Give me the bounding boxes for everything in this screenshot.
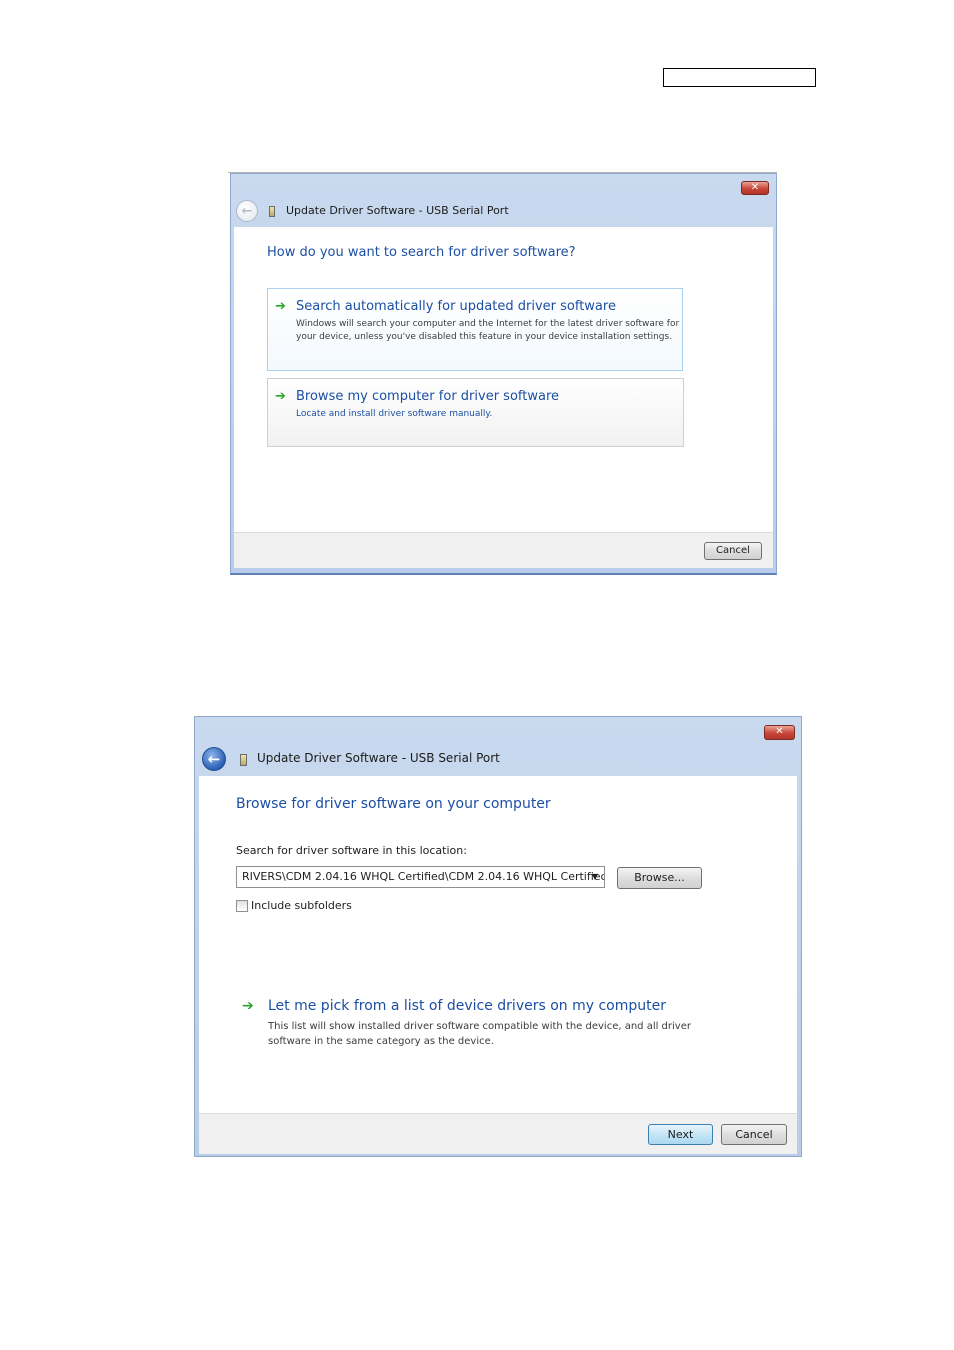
pick-from-list-option[interactable]: ➔ Let me pick from a list of device driv… — [239, 998, 759, 1058]
location-combobox[interactable]: RIVERS\CDM 2.04.16 WHQL Certified\CDM 2.… — [236, 866, 605, 888]
next-button[interactable]: Next — [648, 1124, 713, 1145]
device-icon — [240, 754, 247, 766]
update-driver-dialog-search: ✕ ← Update Driver Software - USB Serial … — [228, 172, 777, 575]
page-header-box — [663, 68, 816, 87]
green-arrow-icon: ➔ — [275, 299, 286, 314]
dialog-content: How do you want to search for driver sof… — [234, 227, 773, 532]
browse-computer-option[interactable]: ➔ Browse my computer for driver software… — [267, 378, 684, 447]
dialog-footer: Next Cancel — [199, 1113, 797, 1154]
include-subfolders-checkbox[interactable] — [236, 900, 248, 912]
update-driver-dialog-browse: ✕ ← Update Driver Software - USB Serial … — [194, 716, 802, 1157]
option-description: Windows will search your computer and th… — [296, 319, 680, 342]
close-icon: ✕ — [775, 726, 784, 737]
back-arrow-icon: ← — [241, 203, 253, 219]
back-button[interactable]: ← — [202, 747, 226, 771]
device-icon — [269, 206, 275, 217]
option-title: Search automatically for updated driver … — [296, 299, 616, 314]
close-button[interactable]: ✕ — [764, 725, 795, 740]
green-arrow-icon: ➔ — [242, 998, 254, 1014]
page-heading: How do you want to search for driver sof… — [267, 245, 576, 260]
option-title: Let me pick from a list of device driver… — [268, 998, 667, 1014]
cancel-button[interactable]: Cancel — [721, 1124, 787, 1145]
close-icon: ✕ — [750, 182, 760, 193]
search-automatically-option[interactable]: ➔ Search automatically for updated drive… — [267, 288, 683, 371]
window-title: Update Driver Software - USB Serial Port — [286, 204, 509, 217]
option-description: This list will show installed driver sof… — [268, 1021, 691, 1047]
page-heading: Browse for driver software on your compu… — [236, 796, 551, 812]
window-top-edge — [228, 172, 777, 173]
back-arrow-icon: ← — [207, 750, 221, 768]
green-arrow-icon: ➔ — [275, 389, 286, 404]
search-location-label: Search for driver software in this locat… — [236, 844, 467, 857]
browse-button[interactable]: Browse... — [617, 867, 702, 889]
dialog-footer: Cancel — [234, 532, 773, 568]
include-subfolders-label[interactable]: Include subfolders — [251, 899, 352, 912]
chevron-down-icon[interactable]: ▼ — [592, 872, 598, 881]
window-title: Update Driver Software - USB Serial Port — [257, 751, 500, 765]
close-button[interactable]: ✕ — [741, 181, 769, 195]
location-value: RIVERS\CDM 2.04.16 WHQL Certified\CDM 2.… — [242, 870, 605, 883]
dialog-content: Browse for driver software on your compu… — [199, 776, 797, 1113]
option-title: Browse my computer for driver software — [296, 389, 559, 404]
cancel-button[interactable]: Cancel — [704, 542, 762, 560]
back-button[interactable]: ← — [236, 200, 258, 222]
option-description: Locate and install driver software manua… — [296, 409, 493, 419]
